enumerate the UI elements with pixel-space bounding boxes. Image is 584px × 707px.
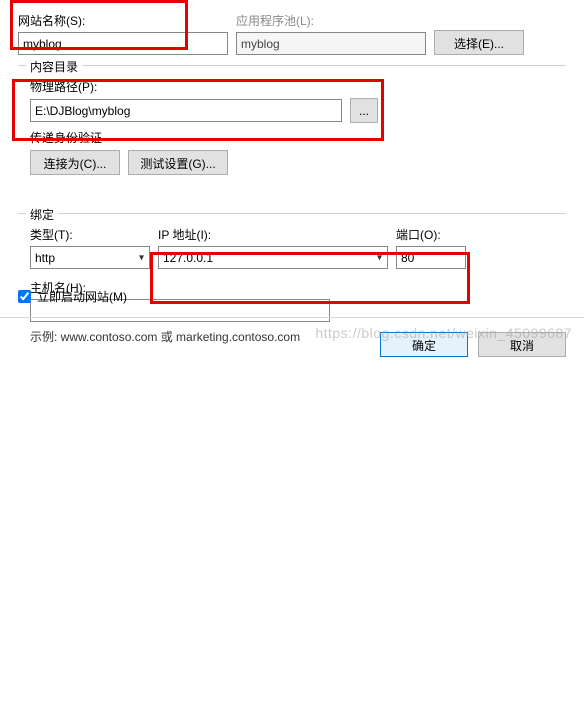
type-select[interactable]: http	[30, 246, 150, 269]
select-app-pool-button[interactable]: 选择(E)...	[434, 30, 524, 55]
ip-label: IP 地址(I):	[158, 226, 388, 243]
watermark-text: https://blog.csdn.net/weixin_45099687	[315, 325, 572, 341]
site-name-label: 网站名称(S):	[18, 12, 228, 29]
site-name-input[interactable]	[18, 32, 228, 55]
port-label: 端口(O):	[396, 226, 466, 243]
connect-as-button[interactable]: 连接为(C)...	[30, 150, 120, 175]
physical-path-label: 物理路径(P):	[30, 78, 554, 95]
port-input[interactable]	[396, 246, 466, 269]
content-group-label: 内容目录	[26, 58, 82, 75]
physical-path-input[interactable]	[30, 99, 342, 122]
ip-address-input[interactable]	[158, 246, 388, 269]
start-now-checkbox[interactable]	[18, 290, 31, 303]
add-website-dialog: 网站名称(S): 应用程序池(L): 选择(E)... 内容目录 物理路径(P)…	[0, 0, 584, 371]
content-directory-group: 内容目录 物理路径(P): ... 传递身份验证 连接为(C)... 测试设置(…	[18, 65, 566, 195]
type-label: 类型(T):	[30, 226, 150, 243]
auth-label: 传递身份验证	[30, 129, 554, 146]
app-pool-input	[236, 32, 426, 55]
start-now-label: 立即启动网站(M)	[37, 288, 127, 305]
app-pool-label: 应用程序池(L):	[236, 12, 426, 29]
browse-path-button[interactable]: ...	[350, 98, 378, 123]
test-settings-button[interactable]: 测试设置(G)...	[128, 150, 228, 175]
dialog-footer: 立即启动网站(M) 确定 取消	[18, 288, 566, 357]
binding-group-label: 绑定	[26, 206, 58, 223]
